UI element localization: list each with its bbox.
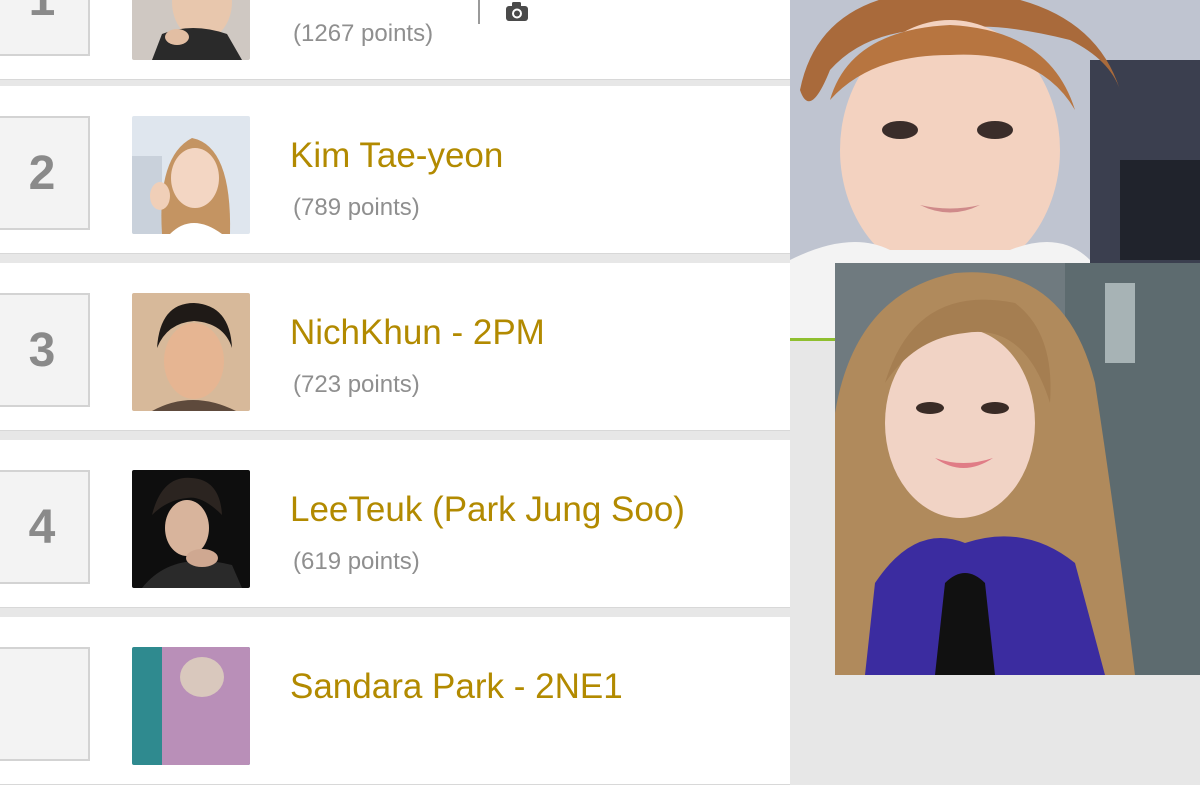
celebrity-name-link[interactable]: Sandara Park - 2NE1	[290, 667, 623, 707]
points-count: (789 points)	[293, 194, 420, 221]
avatar[interactable]	[132, 293, 250, 411]
avatar[interactable]	[132, 647, 250, 765]
ranking-row-5: Sandara Park - 2NE1	[0, 617, 790, 785]
avatar[interactable]	[132, 0, 250, 60]
points-count: (723 points)	[293, 371, 420, 398]
avatar-image	[132, 293, 250, 411]
rank-number-box	[0, 647, 90, 761]
rank-number: 3	[28, 323, 56, 377]
rank-number-box: 3	[0, 293, 90, 407]
points-count: (619 points)	[293, 548, 420, 575]
ranking-row-1: 1 (1267 points)	[0, 0, 790, 80]
avatar-image	[132, 470, 250, 588]
rank-number-box: 4	[0, 470, 90, 584]
separator	[478, 0, 480, 24]
rank-number: 2	[28, 146, 56, 200]
avatar-image	[132, 0, 250, 60]
ranking-row-3: 3 NichKhun - 2PM (723 points)	[0, 263, 790, 431]
rank-number-box: 1	[0, 0, 90, 56]
rank-number: 1	[29, 0, 56, 27]
rank-number: 4	[28, 500, 56, 554]
celebrity-name-link[interactable]: LeeTeuk (Park Jung Soo)	[290, 490, 685, 530]
points-count: (1267 points)	[293, 20, 434, 47]
featured-photo-bottom	[835, 263, 1200, 675]
avatar-image	[132, 647, 250, 765]
avatar-image	[132, 116, 250, 234]
ranking-row-2: 2 Kim Tae-yeon (789 points)	[0, 86, 790, 254]
avatar[interactable]	[132, 470, 250, 588]
accent-line	[790, 338, 835, 341]
celebrity-name-link[interactable]: Kim Tae-yeon	[290, 136, 503, 176]
avatar[interactable]	[132, 116, 250, 234]
rank-number-box: 2	[0, 116, 90, 230]
celebrity-name-link[interactable]: NichKhun - 2PM	[290, 313, 545, 353]
ranking-list: 1 (1267 points) 2	[0, 0, 790, 785]
ranking-row-4: 4 LeeTeuk (Park Jung Soo) (619 points)	[0, 440, 790, 608]
camera-icon[interactable]	[505, 0, 529, 22]
